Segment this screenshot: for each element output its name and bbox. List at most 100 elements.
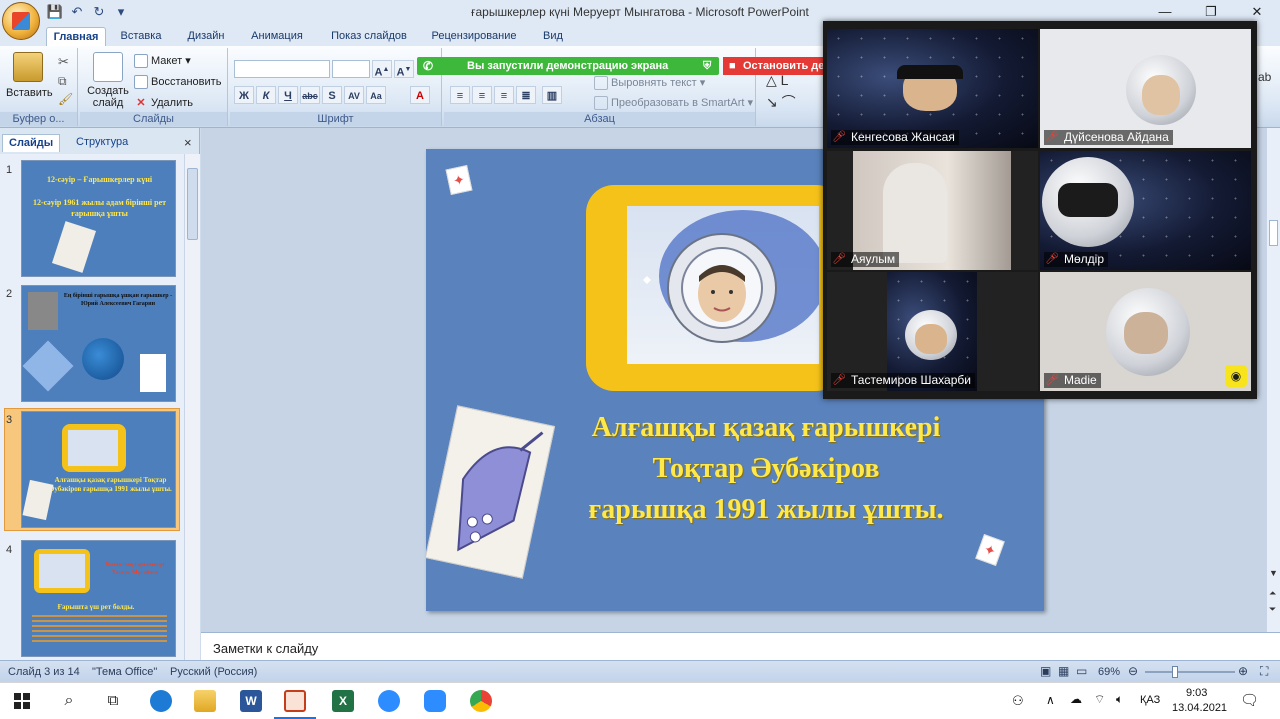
tab-design[interactable]: Дизайн bbox=[180, 27, 232, 47]
cloud-icon[interactable]: ☁ bbox=[1070, 692, 1082, 706]
zoom-in-icon[interactable]: ⊕ bbox=[1238, 664, 1248, 678]
scroll-down-arrow[interactable]: ▼ bbox=[1269, 568, 1278, 578]
tab-insert[interactable]: Вставка bbox=[114, 27, 168, 47]
office-button[interactable] bbox=[2, 2, 40, 40]
muted-mic-icon: 🎤︎ bbox=[1045, 131, 1059, 143]
keyboard-language[interactable]: ҚАЗ bbox=[1140, 694, 1160, 706]
word-icon[interactable]: W bbox=[240, 690, 262, 712]
title-line-2: Тоқтар Әубәкіров bbox=[652, 453, 880, 484]
language-status[interactable]: Русский (Россия) bbox=[170, 666, 257, 678]
visor-image bbox=[1058, 183, 1118, 217]
ribbon-edge-icon: ab bbox=[1258, 70, 1272, 84]
participant-tile-5[interactable]: 🎤︎ Тастемиров Шахарби bbox=[827, 272, 1038, 391]
participant-tile-2[interactable]: 🎤︎ Дүйсенова Айдана bbox=[1040, 29, 1251, 148]
italic-icon[interactable]: К bbox=[256, 86, 276, 104]
slide-title[interactable]: Алғашқы қазақ ғарышкері Тоқтар Әубәкіров… bbox=[516, 407, 1016, 530]
bold-icon[interactable]: Ж bbox=[234, 86, 254, 104]
scroll-thumb[interactable] bbox=[1269, 220, 1278, 246]
underline-icon[interactable]: Ч bbox=[278, 86, 298, 104]
copy-icon[interactable]: ⧉ bbox=[58, 74, 67, 89]
search-icon[interactable]: ⌕ bbox=[58, 690, 80, 712]
change-case-icon[interactable]: Aa bbox=[366, 86, 386, 104]
clock-time[interactable]: 9:03 bbox=[1186, 687, 1207, 699]
slide-thumbnail-2[interactable]: Ең бірінші ғарышқа ұшқан ғарышкер - Юрий… bbox=[21, 285, 176, 402]
thumb-number: 3 bbox=[6, 414, 13, 426]
shadow-icon[interactable]: S bbox=[322, 86, 342, 104]
prev-slide-icon[interactable]: ⏶ bbox=[1269, 588, 1276, 599]
globe-image bbox=[140, 354, 166, 392]
tab-view[interactable]: Вид bbox=[536, 27, 570, 47]
participant-tile-6[interactable]: ◉ 🎤︎ Madie bbox=[1040, 272, 1251, 391]
zoom-meeting-icon[interactable] bbox=[424, 690, 446, 712]
chrome-icon[interactable] bbox=[470, 690, 492, 712]
slide-thumbnail-3[interactable]: Алғашқы қазақ ғарышкері Тоқтар Әубәкіров… bbox=[21, 411, 176, 528]
slide-thumbnail-4[interactable]: Қазақтың ғарышкері Талғат Мұсабаев Ғарыш… bbox=[21, 540, 176, 657]
windows-start-icon[interactable] bbox=[14, 693, 30, 709]
notes-placeholder: Заметки к слайду bbox=[213, 641, 319, 656]
tray-up-icon[interactable]: ∧ bbox=[1046, 693, 1055, 707]
spacing-icon[interactable]: AV bbox=[344, 86, 364, 104]
strikethrough-icon[interactable]: abc bbox=[300, 86, 320, 104]
cut-icon[interactable]: ✂ bbox=[58, 54, 69, 70]
file-explorer-icon[interactable] bbox=[194, 690, 216, 712]
reset-button[interactable]: Восстановить bbox=[134, 75, 221, 89]
powerpoint-icon[interactable] bbox=[284, 690, 306, 712]
tab-outline[interactable]: Структура bbox=[70, 134, 134, 152]
volume-icon[interactable]: 🔈︎ bbox=[1116, 692, 1123, 707]
align-text-button[interactable]: Выровнять текст ▾ bbox=[594, 76, 705, 91]
align-center-icon[interactable]: ≡ bbox=[472, 86, 492, 104]
clock-date[interactable]: 13.04.2021 bbox=[1172, 702, 1227, 714]
zoom-out-icon[interactable]: ⊖ bbox=[1128, 664, 1138, 678]
thumb-number: 2 bbox=[6, 288, 13, 300]
person-icon[interactable]: ⚇ bbox=[1012, 693, 1024, 709]
participant-tile-3[interactable]: 🎤︎ Аяулым bbox=[827, 151, 1038, 270]
panel-close-icon[interactable]: × bbox=[184, 135, 192, 150]
font-color-icon[interactable]: A bbox=[410, 86, 430, 104]
tab-review[interactable]: Рецензирование bbox=[424, 27, 524, 47]
participant-tile-4[interactable]: 🎤︎ Мөлдір bbox=[1040, 151, 1251, 270]
new-slide-button[interactable]: Создать слайд bbox=[86, 52, 130, 109]
grow-font-icon[interactable]: A▲ bbox=[372, 60, 392, 79]
zoom-slider[interactable] bbox=[1145, 671, 1235, 673]
thumbnail-scrollbar[interactable] bbox=[184, 154, 200, 660]
stop-sharing-button[interactable]: ■ Остановить дем bbox=[723, 57, 823, 75]
lines-icon[interactable]: ↘ ⌒ bbox=[766, 92, 796, 112]
smartart-button[interactable]: Преобразовать в SmartArt ▾ bbox=[594, 96, 753, 111]
font-group-label: Шрифт bbox=[230, 112, 441, 126]
shrink-font-icon[interactable]: A▼ bbox=[394, 60, 414, 79]
zoom-level[interactable]: 69% bbox=[1098, 666, 1120, 678]
excel-icon[interactable]: X bbox=[332, 690, 354, 712]
slide-scrollbar[interactable]: ▼ ⏶ ⏷ bbox=[1266, 128, 1280, 632]
tab-animation[interactable]: Анимация bbox=[244, 27, 310, 47]
participant-tile-1[interactable]: 🎤︎ Кенгесова Жансая bbox=[827, 29, 1038, 148]
paste-button[interactable]: Вставить bbox=[6, 52, 53, 99]
screen-share-notice: ✆ Вы запустили демонстрацию экрана ⛨ bbox=[417, 57, 719, 75]
notifications-icon[interactable]: 🗨︎ bbox=[1240, 691, 1259, 709]
zoom-slider-thumb[interactable] bbox=[1172, 666, 1178, 678]
slide-thumbnail-1[interactable]: 12-сәуір – Ғарышкерлер күні 12-сәуір 196… bbox=[21, 160, 176, 277]
align-right-icon[interactable]: ≡ bbox=[494, 86, 514, 104]
tab-slides[interactable]: Слайды bbox=[2, 134, 61, 152]
zoom-icon[interactable] bbox=[378, 690, 400, 712]
notes-pane[interactable]: Заметки к слайду bbox=[201, 632, 1280, 660]
slide-sorter-icon[interactable]: ▦ bbox=[1058, 664, 1069, 678]
tab-slideshow[interactable]: Показ слайдов bbox=[324, 27, 414, 47]
layout-button[interactable]: Макет ▾ bbox=[134, 54, 191, 69]
task-view-icon[interactable]: ⧉ bbox=[102, 690, 124, 712]
normal-view-icon[interactable]: ▣ bbox=[1040, 664, 1051, 678]
participant-face bbox=[915, 324, 947, 354]
slideshow-view-icon[interactable]: ▭ bbox=[1076, 664, 1087, 678]
format-painter-icon[interactable]: 🖌 bbox=[58, 92, 73, 106]
smartart-icon bbox=[594, 96, 608, 111]
network-icon[interactable]: ⌔ bbox=[1094, 692, 1105, 707]
columns-icon[interactable]: ▥ bbox=[542, 86, 562, 104]
fit-window-icon[interactable]: ⛶ bbox=[1260, 664, 1268, 679]
align-left-icon[interactable]: ≡ bbox=[450, 86, 470, 104]
delete-slide-button[interactable]: ✕ Удалить bbox=[134, 96, 193, 110]
edge-icon[interactable] bbox=[150, 690, 172, 712]
font-family-combo[interactable] bbox=[234, 60, 330, 78]
next-slide-icon[interactable]: ⏷ bbox=[1269, 604, 1276, 615]
justify-icon[interactable]: ≣ bbox=[516, 86, 536, 104]
tab-home[interactable]: Главная bbox=[46, 27, 106, 47]
font-size-combo[interactable] bbox=[332, 60, 370, 78]
